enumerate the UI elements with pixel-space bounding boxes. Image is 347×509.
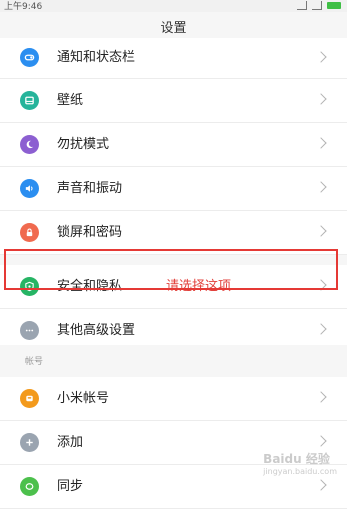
chevron-right-icon bbox=[315, 93, 327, 105]
settings-item-wallpaper[interactable]: 壁纸 bbox=[0, 79, 347, 123]
settings-item-security-privacy[interactable]: 安全和隐私 请选择这项 bbox=[0, 265, 347, 309]
settings-list: 通知和状态栏 壁纸 勿扰模式 声音和振动 锁屏和密码 安全和隐私 请选择这项 其… bbox=[0, 38, 347, 353]
section-spacer bbox=[0, 255, 347, 265]
more-icon bbox=[20, 321, 39, 340]
add-icon bbox=[20, 433, 39, 452]
moon-icon bbox=[20, 135, 39, 154]
settings-item-notifications[interactable]: 通知和状态栏 bbox=[0, 38, 347, 79]
speaker-icon bbox=[20, 179, 39, 198]
chevron-right-icon bbox=[315, 435, 327, 447]
chevron-right-icon bbox=[315, 181, 327, 193]
settings-item-mi-account[interactable]: 小米帐号 bbox=[0, 377, 347, 421]
lock-icon bbox=[20, 223, 39, 242]
chevron-right-icon bbox=[315, 51, 327, 63]
settings-item-label: 安全和隐私 bbox=[57, 279, 123, 294]
watermark-sub: jingyan.baidu.com bbox=[263, 467, 337, 476]
settings-item-dnd[interactable]: 勿扰模式 bbox=[0, 123, 347, 167]
status-bar: 上午9:46 bbox=[0, 0, 347, 12]
baidu-watermark: Baidu 经验 jingyan.baidu.com bbox=[263, 450, 337, 476]
chevron-right-icon bbox=[315, 391, 327, 403]
chevron-right-icon bbox=[315, 225, 327, 237]
settings-item-label: 小米帐号 bbox=[57, 391, 110, 406]
battery-icon bbox=[327, 2, 341, 9]
settings-item-label: 声音和振动 bbox=[57, 181, 123, 196]
wifi-icon bbox=[312, 1, 322, 10]
status-time: 上午9:46 bbox=[4, 2, 43, 12]
settings-item-label: 勿扰模式 bbox=[57, 137, 110, 152]
accounts-list: 小米帐号 添加 同步 bbox=[0, 377, 347, 509]
wallpaper-icon bbox=[20, 91, 39, 110]
annotation-text: 请选择这项 bbox=[166, 279, 232, 294]
sync-icon bbox=[20, 477, 39, 496]
chevron-right-icon bbox=[315, 479, 327, 491]
watermark-main: Baidu 经验 bbox=[263, 452, 330, 466]
settings-item-label: 同步 bbox=[57, 479, 84, 494]
settings-item-lockscreen[interactable]: 锁屏和密码 bbox=[0, 211, 347, 255]
chevron-right-icon bbox=[315, 279, 327, 291]
status-icons bbox=[297, 1, 341, 10]
chevron-right-icon bbox=[315, 323, 327, 335]
settings-item-label: 锁屏和密码 bbox=[57, 225, 123, 240]
settings-item-label: 通知和状态栏 bbox=[57, 50, 136, 65]
mi-account-icon bbox=[20, 389, 39, 408]
settings-item-label: 壁纸 bbox=[57, 93, 84, 108]
chevron-right-icon bbox=[315, 137, 327, 149]
shield-icon bbox=[20, 277, 39, 296]
section-header-accounts: 帐号 bbox=[0, 345, 347, 369]
settings-item-label: 添加 bbox=[57, 435, 84, 450]
signal-icon bbox=[297, 1, 307, 10]
section-title: 帐号 bbox=[25, 357, 44, 367]
notification-icon bbox=[20, 48, 39, 67]
settings-item-sound[interactable]: 声音和振动 bbox=[0, 167, 347, 211]
